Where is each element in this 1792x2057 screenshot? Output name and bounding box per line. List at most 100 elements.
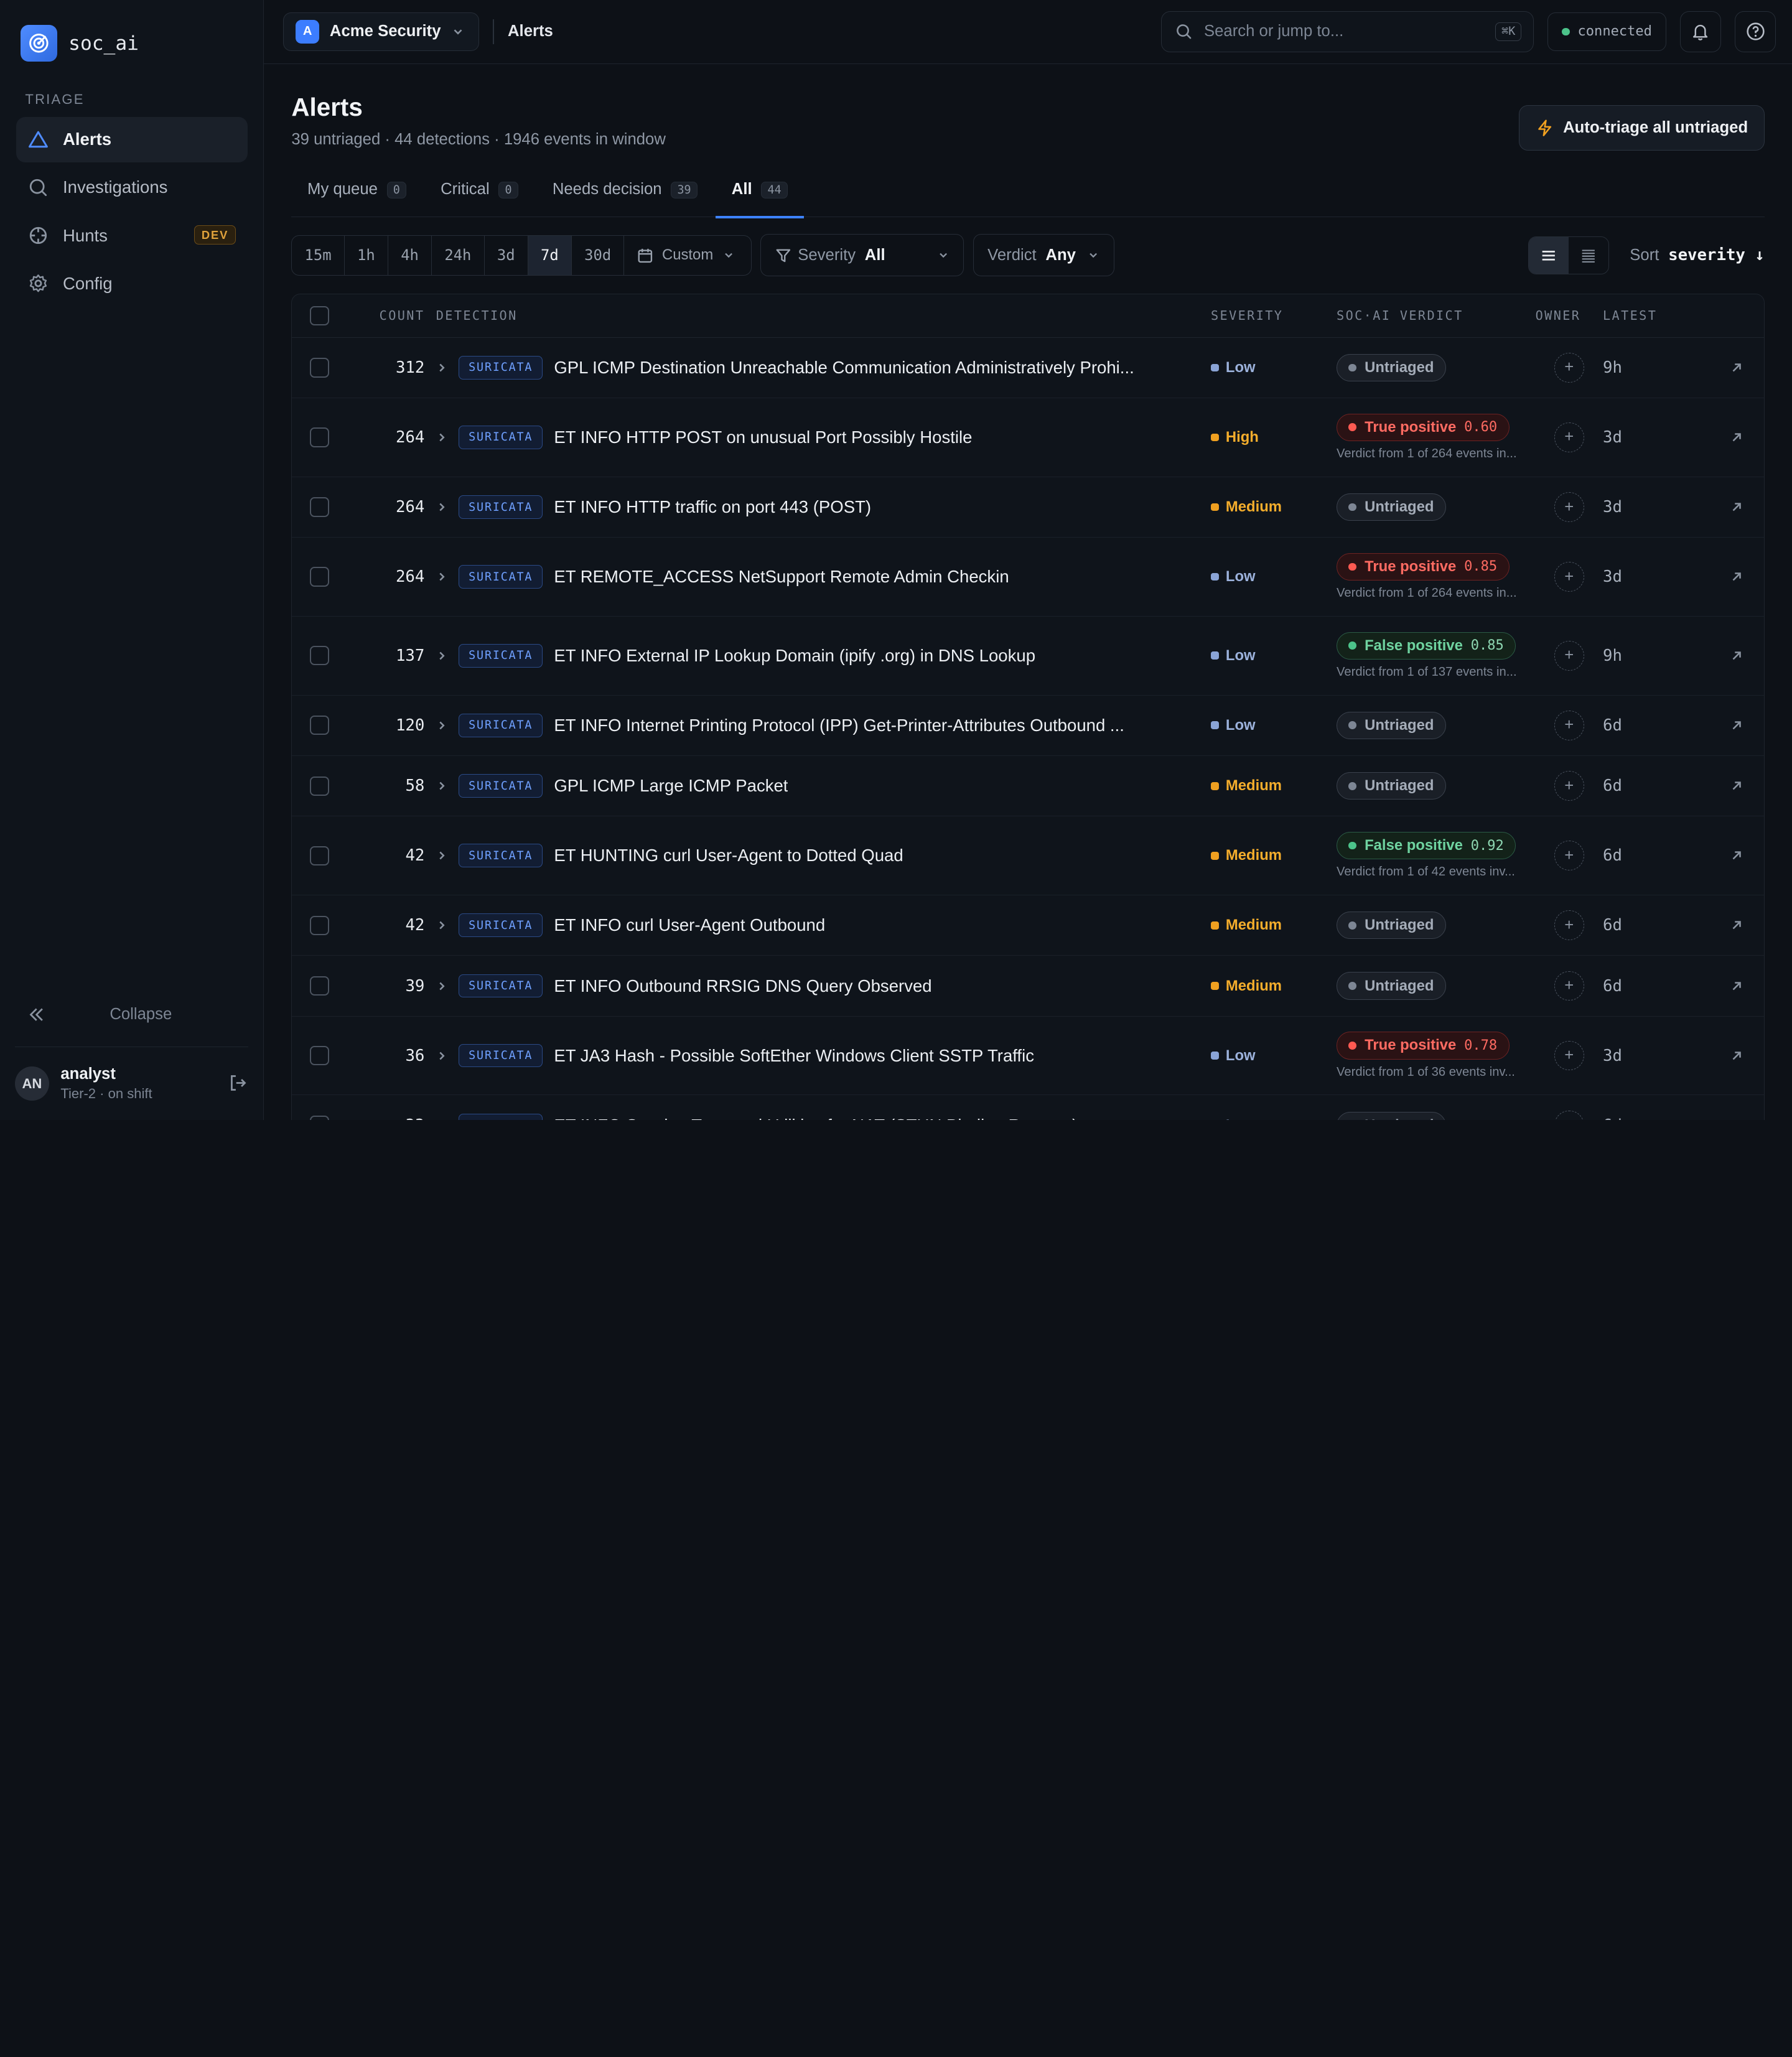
detection-title[interactable]: ET INFO HTTP POST on unusual Port Possib… [554,427,972,447]
assign-owner-button[interactable]: + [1554,640,1584,671]
detection-title[interactable]: ET JA3 Hash - Possible SoftEther Windows… [554,1046,1034,1066]
tab-my-queue[interactable]: My queue 0 [291,176,422,217]
verdict-pill[interactable]: True positive 0.78 [1337,1032,1510,1060]
range-30d[interactable]: 30d [572,236,625,275]
table-row[interactable]: 264 SURICATA ET REMOTE_ACCESS NetSupport R… [292,538,1764,617]
user-profile[interactable]: AN analyst Tier-2 · on shift [14,1047,249,1120]
row-checkbox[interactable] [309,915,330,935]
select-all-checkbox[interactable] [309,306,330,325]
assign-owner-button[interactable]: + [1554,492,1584,522]
verdict-filter[interactable]: Verdict Any [973,234,1114,277]
verdict-pill[interactable]: True positive 0.60 [1337,413,1510,441]
header-verdict[interactable]: SOC·AI VERDICT [1337,308,1536,323]
table-row[interactable]: 36 SURICATA ET JA3 Hash - Possible SoftEth… [292,1017,1764,1096]
row-checkbox[interactable] [309,567,330,587]
detection-title[interactable]: ET HUNTING curl User-Agent to Dotted Qua… [554,846,903,865]
row-checkbox[interactable] [309,427,330,447]
verdict-pill[interactable]: Untriaged [1337,1111,1446,1120]
detection-title[interactable]: GPL ICMP Destination Unreachable Communi… [554,358,1134,378]
expand-button[interactable] [424,1049,459,1063]
detection-title[interactable]: ET INFO curl User-Agent Outbound [554,915,825,935]
assign-owner-button[interactable]: + [1554,353,1584,383]
sort-control[interactable]: Sort severity ↓ [1630,246,1765,264]
open-external-icon[interactable] [1730,849,1743,862]
range-3d[interactable]: 3d [485,236,528,275]
sidebar-item-hunts[interactable]: Hunts DEV [16,213,248,258]
tab-needs-decision[interactable]: Needs decision 39 [536,176,713,217]
row-checkbox[interactable] [309,358,330,378]
sidebar-item-alerts[interactable]: Alerts [16,116,248,163]
sidebar-item-config[interactable]: Config [16,261,248,306]
table-row[interactable]: 120 SURICATA ET INFO Internet Printing Pro… [292,696,1764,756]
auto-triage-button[interactable]: Auto-triage all untriaged [1519,105,1765,151]
detection-title[interactable]: ET INFO Outbound RRSIG DNS Query Observe… [554,976,931,996]
range-15m[interactable]: 15m [292,236,345,275]
sidebar-item-investigations[interactable]: Investigations [16,165,248,210]
range-1h[interactable]: 1h [345,236,388,275]
assign-owner-button[interactable]: + [1554,910,1584,941]
open-external-icon[interactable] [1730,979,1743,993]
row-checkbox[interactable] [309,1045,330,1066]
row-checkbox[interactable] [309,716,330,735]
assign-owner-button[interactable]: + [1554,971,1584,1001]
assign-owner-button[interactable]: + [1554,841,1584,871]
open-external-icon[interactable] [1730,779,1743,793]
expand-button[interactable] [424,918,459,932]
header-count[interactable]: COUNT [347,308,425,323]
brand[interactable]: soc_ai [0,0,263,64]
row-checkbox[interactable] [309,1115,330,1120]
notifications-button[interactable] [1679,11,1722,52]
verdict-pill[interactable]: Untriaged [1337,493,1446,521]
header-detection[interactable]: DETECTION [436,308,1182,323]
row-checkbox[interactable] [309,776,330,796]
tab-critical[interactable]: Critical 0 [424,176,534,217]
range-custom[interactable]: Custom [624,236,750,274]
verdict-pill[interactable]: False positive 0.85 [1337,632,1516,660]
expand-button[interactable] [424,649,459,663]
row-checkbox[interactable] [309,846,330,865]
compact-view-button[interactable] [1569,237,1608,274]
assign-owner-button[interactable]: + [1554,771,1584,801]
verdict-pill[interactable]: Untriaged [1337,912,1446,940]
search-input[interactable]: Search or jump to... ⌘K [1161,11,1534,52]
assign-owner-button[interactable]: + [1554,422,1584,452]
help-button[interactable] [1735,11,1776,52]
assign-owner-button[interactable]: + [1554,1040,1584,1071]
detection-title[interactable]: ET INFO Internet Printing Protocol (IPP)… [554,716,1124,735]
expand-button[interactable] [424,570,459,584]
verdict-pill[interactable]: Untriaged [1337,972,1446,1000]
row-checkbox[interactable] [309,976,330,996]
table-row[interactable]: 264 SURICATA ET INFO HTTP traffic on port … [292,477,1764,538]
logout-icon[interactable] [228,1073,248,1093]
open-external-icon[interactable] [1730,431,1743,444]
table-row[interactable]: 312 SURICATA GPL ICMP Destination Unreacha… [292,338,1764,399]
expand-button[interactable] [424,431,459,444]
collapse-button[interactable]: Collapse [0,992,263,1037]
table-row[interactable]: 58 SURICATA GPL ICMP Large ICMP Packet Medi… [292,756,1764,817]
comfortable-view-button[interactable] [1528,237,1569,274]
table-row[interactable]: 42 SURICATA ET HUNTING curl User-Agent to … [292,816,1764,896]
expand-button[interactable] [424,979,459,993]
severity-filter[interactable]: Severity All [760,234,964,277]
open-external-icon[interactable] [1730,1049,1743,1063]
org-switcher[interactable]: A Acme Security [283,12,480,52]
table-row[interactable]: 264 SURICATA ET INFO HTTP POST on unusual … [292,398,1764,477]
table-row[interactable]: 42 SURICATA ET INFO curl User-Agent Outbou… [292,895,1764,956]
assign-owner-button[interactable]: + [1554,1110,1584,1120]
open-external-icon[interactable] [1730,649,1743,663]
tab-all[interactable]: All 44 [716,176,804,218]
table-row[interactable]: 137 SURICATA ET INFO External IP Lookup Do… [292,617,1764,696]
assign-owner-button[interactable]: + [1554,562,1584,592]
open-external-icon[interactable] [1730,719,1743,732]
expand-button[interactable] [424,849,459,862]
expand-button[interactable] [424,779,459,793]
row-checkbox[interactable] [309,646,330,666]
open-external-icon[interactable] [1730,570,1743,584]
open-external-icon[interactable] [1730,500,1743,514]
detection-title[interactable]: ET INFO Session Traversal Utilities for … [554,1116,1078,1120]
table-row[interactable]: 33 SURICATA ET INFO Session Traversal Util… [292,1095,1764,1120]
verdict-pill[interactable]: Untriaged [1337,711,1446,739]
open-external-icon[interactable] [1730,918,1743,932]
verdict-pill[interactable]: False positive 0.92 [1337,832,1516,860]
header-latest[interactable]: LATEST [1536,308,1656,323]
